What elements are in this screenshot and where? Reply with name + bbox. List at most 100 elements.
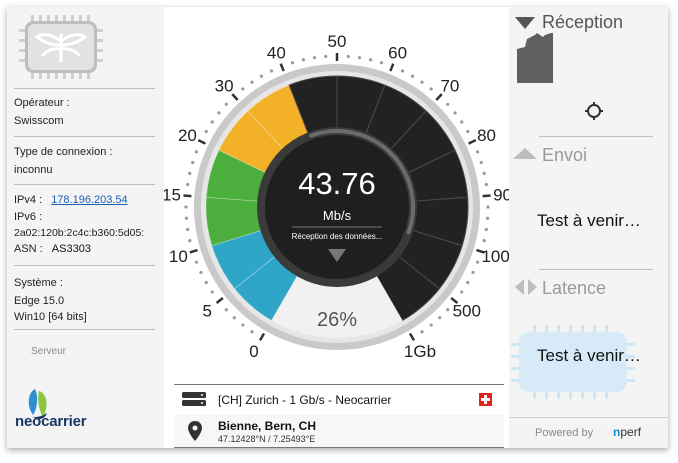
progress-label: 26% — [317, 309, 357, 331]
speed-unit: Mb/s — [323, 208, 352, 223]
gauge-minor-tick — [210, 120, 214, 124]
gauge-minor-tick — [400, 69, 405, 73]
ipv6-label: IPv6 : — [14, 211, 43, 223]
gauge-minor-tick — [184, 216, 189, 220]
gauge-minor-tick — [420, 80, 424, 84]
gauge-scale-label: 40 — [267, 43, 286, 62]
neocarrier-logo-text: neocarrier — [15, 413, 87, 430]
powered-by-label: Powered by — [535, 427, 594, 439]
gauge-minor-tick — [438, 316, 442, 320]
gauge-scale-label: 80 — [477, 126, 496, 145]
gauge-scale-label: 1Gb — [404, 342, 436, 361]
gauge-minor-tick — [466, 280, 470, 285]
app-window: Opérateur : Swisscom Type de connexion :… — [7, 7, 668, 448]
server-name: [CH] Zurich - 1 Gb/s - Neocarrier — [218, 393, 392, 407]
gauge-minor-tick — [460, 120, 464, 124]
gauge-scale-label: 30 — [215, 76, 234, 95]
gauge-minor-tick — [453, 111, 457, 115]
gauge-minor-tick — [484, 227, 488, 232]
gauge-minor-tick — [324, 54, 328, 59]
gauge-minor-tick — [466, 129, 470, 134]
divider — [539, 269, 653, 270]
gauge-minor-tick — [479, 160, 483, 165]
triangle-up-icon — [513, 148, 537, 159]
gauge-major-tick — [482, 194, 491, 198]
envoi-status: Test à venir… — [537, 211, 641, 230]
gauge-minor-tick — [241, 323, 245, 327]
operator-value: Swisscom — [14, 115, 64, 127]
os-value: Win10 [64 bits] — [14, 311, 87, 323]
latence-title: Latence — [542, 278, 607, 298]
divider — [14, 265, 155, 266]
location-city: Bienne, Bern, CH — [218, 419, 317, 433]
gauge-scale-label: 100 — [481, 247, 509, 266]
gauge-minor-tick — [471, 270, 475, 275]
location-bar: Bienne, Bern, CH 47.12428°N / 7.25493°E — [174, 415, 504, 448]
gauge-minor-tick — [446, 102, 450, 106]
browser-value: Edge 15.0 — [14, 295, 65, 307]
server-label: Serveur — [31, 346, 67, 357]
gauge-minor-tick — [482, 239, 486, 243]
reception-graph — [517, 33, 553, 83]
gauge-minor-tick — [269, 69, 274, 73]
gauge-scale-label: 500 — [453, 301, 481, 320]
gauge-minor-tick — [482, 171, 486, 175]
gauge-minor-tick — [224, 308, 228, 312]
server-bar[interactable]: [CH] Zurich - 1 Gb/s - Neocarrier — [174, 384, 504, 416]
ipv6-value: 2a02:120b:2c4c:b360:5d05: — [14, 227, 145, 239]
nperf-logo-text: perf — [620, 425, 642, 439]
gauge-minor-tick — [250, 330, 254, 334]
gauge-major-tick — [279, 63, 285, 72]
divider — [539, 136, 653, 137]
right-panel: Réception Envoi Test à venir… Latence Te… — [509, 7, 668, 448]
gauge-scale-label: 70 — [440, 76, 459, 95]
divider — [14, 88, 155, 89]
gauge-scale-label: 50 — [328, 32, 347, 51]
gauge-scale-label: 15 — [164, 186, 181, 205]
gauge-major-tick — [258, 332, 266, 341]
speed-value: 43.76 — [298, 166, 376, 201]
nperf-logo[interactable]: nperf — [613, 425, 641, 439]
divider — [14, 329, 155, 330]
gauge-scale-label: 20 — [178, 126, 197, 145]
gauge-minor-tick — [186, 182, 190, 187]
loading-spinner-icon — [585, 102, 603, 120]
speed-gauge: 43.76 Mb/s Réception des données... 26% … — [164, 32, 509, 361]
asn-row: ASN : AS3303 — [14, 243, 154, 255]
asn-label: ASN : — [14, 243, 43, 255]
gauge-minor-tick — [475, 150, 480, 154]
swiss-flag-icon — [479, 393, 492, 406]
gauge-scale-label: 5 — [202, 301, 211, 320]
gauge-minor-tick — [484, 182, 488, 187]
gauge-major-tick — [183, 194, 192, 198]
chip-logo-icon — [19, 15, 103, 79]
triangle-down-icon — [515, 17, 535, 29]
ipv4-label: IPv4 : — [14, 194, 43, 206]
gauge-panel: 43.76 Mb/s Réception des données... 26% … — [164, 7, 509, 448]
ipv4-link[interactable]: 178.196.203.54 — [51, 194, 127, 206]
operator-label: Opérateur : — [14, 97, 70, 109]
gauge-minor-tick — [259, 74, 264, 78]
gauge-minor-tick — [460, 290, 464, 294]
reception-title: Réception — [542, 12, 624, 32]
asn-value: AS3303 — [51, 243, 91, 255]
gauge-minor-tick — [188, 239, 192, 243]
gauge-minor-tick — [210, 290, 214, 294]
gauge-minor-tick — [217, 111, 221, 115]
gauge-minor-tick — [250, 80, 254, 84]
left-panel: Opérateur : Swisscom Type de connexion :… — [7, 7, 164, 448]
gauge-minor-tick — [191, 160, 195, 165]
divider — [14, 136, 155, 137]
gauge-minor-tick — [184, 205, 188, 209]
latence-status: Test à venir… — [537, 346, 641, 365]
gauge-minor-tick — [204, 129, 208, 134]
gauge-scale-label: 60 — [388, 43, 407, 62]
gauge-minor-tick — [188, 171, 192, 175]
gauge-minor-tick — [186, 227, 190, 232]
gauge-minor-tick — [290, 61, 295, 65]
gauge-minor-tick — [224, 102, 228, 106]
gauge-minor-tick — [357, 56, 362, 60]
envoi-title: Envoi — [542, 145, 588, 165]
gauge-major-tick — [189, 248, 198, 254]
gauge-minor-tick — [420, 330, 424, 334]
